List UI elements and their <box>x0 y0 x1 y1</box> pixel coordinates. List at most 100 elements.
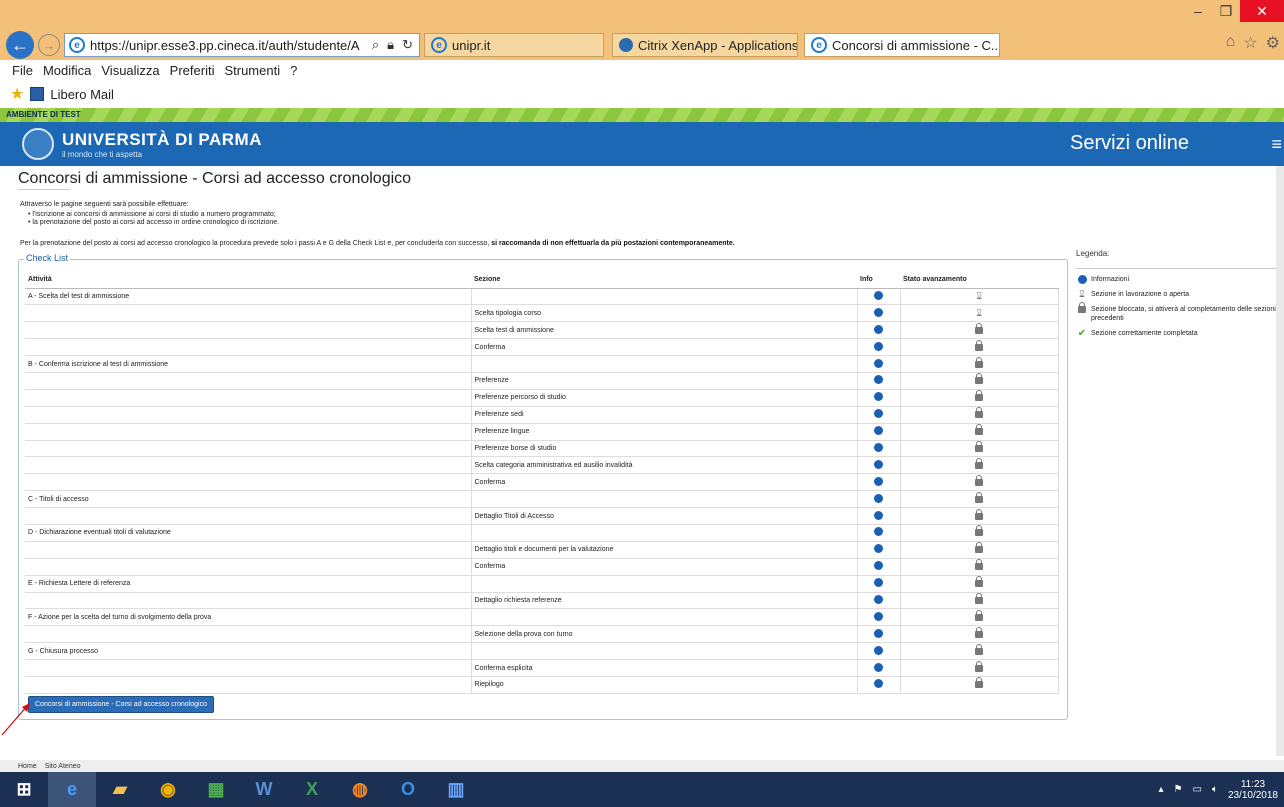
status-cell <box>900 406 1059 424</box>
menu-file[interactable]: File <box>12 63 33 78</box>
info-icon[interactable] <box>874 628 883 638</box>
favorite-libero-mail[interactable]: Libero Mail <box>50 87 114 102</box>
settings-gear-icon[interactable]: ⚙ <box>1266 33 1280 53</box>
outlook-icon[interactable]: O <box>384 772 432 807</box>
info-icon[interactable] <box>874 341 883 351</box>
info-icon[interactable] <box>874 324 883 334</box>
citrix-icon <box>619 38 633 52</box>
clock-time: 11:23 <box>1240 778 1266 790</box>
info-icon[interactable] <box>874 578 883 588</box>
hamburger-menu-icon[interactable]: ≡ <box>1271 134 1282 155</box>
word-icon[interactable]: W <box>240 772 288 807</box>
info-icon[interactable] <box>874 510 883 520</box>
info-cell <box>857 321 901 340</box>
library-app-icon[interactable]: ▥ <box>432 772 480 807</box>
add-favorite-star-icon[interactable]: ★ <box>10 84 24 104</box>
section-cell[interactable]: Preferenze percorso di studio <box>471 389 858 407</box>
vertical-scrollbar[interactable] <box>1276 166 1284 756</box>
info-icon[interactable] <box>874 594 883 604</box>
concorsi-button[interactable]: Concorsi di ammissione - Corsi ad access… <box>28 696 214 713</box>
menu-visualizza[interactable]: Visualizza <box>101 63 159 78</box>
home-icon[interactable]: ⌂ <box>1226 33 1236 53</box>
info-icon[interactable] <box>874 645 883 655</box>
info-icon[interactable] <box>874 409 883 419</box>
tab-unipr[interactable]: e unipr.it <box>424 33 604 57</box>
section-cell[interactable]: Preferenze sedi <box>471 406 858 424</box>
legend-item: Informazioni <box>1076 275 1276 284</box>
clock[interactable]: 11:23 23/10/2018 <box>1228 779 1278 801</box>
section-cell[interactable]: Conferma <box>471 558 858 576</box>
section-cell[interactable]: Dettaglio Titoli di Accesso <box>471 507 858 525</box>
address-bar[interactable]: e https://unipr.esse3.pp.cineca.it/auth/… <box>64 33 420 57</box>
minimize-button[interactable]: – <box>1184 0 1212 22</box>
section-cell[interactable]: Scelta tipologia corso <box>471 304 858 323</box>
table-row: D - Dichiarazione eventuali titoli di va… <box>25 524 1059 542</box>
status-cell <box>900 389 1059 407</box>
menu-help[interactable]: ? <box>290 63 297 78</box>
section-cell[interactable]: Dettaglio richiesta referenze <box>471 592 858 610</box>
section-cell[interactable]: Preferenze borse di studio <box>471 440 858 458</box>
info-icon[interactable] <box>874 544 883 554</box>
section-cell[interactable]: Conferma esplicita <box>471 659 858 677</box>
flag-icon[interactable]: ⚑ <box>1174 784 1183 795</box>
forward-button[interactable]: → <box>38 34 60 56</box>
footer-site-link[interactable]: Sito Ateneo <box>45 763 81 770</box>
status-cell <box>900 676 1059 694</box>
tab-concorsi[interactable]: e Concorsi di ammissione - C... × <box>804 33 1000 57</box>
info-icon[interactable] <box>874 527 883 537</box>
lock-icon <box>975 559 984 571</box>
info-icon[interactable] <box>874 307 883 317</box>
ie-taskbar-icon[interactable]: e <box>48 772 96 807</box>
favorites-star-icon[interactable]: ☆ <box>1243 33 1257 53</box>
excel-icon[interactable]: X <box>288 772 336 807</box>
tray-arrow-icon[interactable]: ▴ <box>1158 784 1163 795</box>
section-cell[interactable]: Conferma <box>471 473 858 492</box>
menu-strumenti[interactable]: Strumenti <box>224 63 280 78</box>
maximize-button[interactable]: ❐ <box>1212 0 1240 22</box>
info-icon[interactable] <box>874 392 883 402</box>
info-icon[interactable] <box>874 662 883 672</box>
calculator-icon[interactable]: ▦ <box>192 772 240 807</box>
menu-preferiti[interactable]: Preferiti <box>170 63 215 78</box>
info-icon[interactable] <box>874 561 883 571</box>
info-icon[interactable] <box>874 611 883 621</box>
info-icon[interactable] <box>874 426 883 436</box>
section-cell[interactable]: Dettaglio titoli e documenti per la valu… <box>471 541 858 559</box>
refresh-icon[interactable]: ↻ <box>402 37 413 53</box>
info-icon[interactable] <box>874 476 883 486</box>
section-cell[interactable]: Riepilogo <box>471 676 858 694</box>
network-icon[interactable]: ▭ <box>1192 784 1201 795</box>
info-icon[interactable] <box>874 679 883 689</box>
volume-muted-icon[interactable]: 🔈︎ <box>1212 784 1218 795</box>
lock-icon[interactable]: 🔒︎ <box>387 37 394 53</box>
firefox-icon[interactable]: ◍ <box>336 772 384 807</box>
university-name[interactable]: UNIVERSITÀ DI PARMA <box>62 130 262 150</box>
section-cell[interactable]: Scelta categoria amministrativa ed ausil… <box>471 456 858 475</box>
section-cell[interactable]: Conferma <box>471 338 858 357</box>
status-cell <box>900 592 1059 610</box>
back-button[interactable]: ← <box>6 31 34 59</box>
section-cell[interactable]: Preferenze <box>471 372 858 390</box>
info-icon[interactable] <box>874 442 883 452</box>
info-cell <box>857 423 901 441</box>
table-row: A - Scelta del test di ammissione ⌛︎ <box>25 288 1059 306</box>
close-window-button[interactable]: ✕ <box>1240 0 1284 22</box>
table-row: Dettaglio Titoli di Accesso <box>25 507 1059 525</box>
menu-modifica[interactable]: Modifica <box>43 63 91 78</box>
info-icon[interactable] <box>874 493 883 503</box>
chrome-icon[interactable]: ◉ <box>144 772 192 807</box>
info-icon[interactable] <box>874 375 883 385</box>
section-cell[interactable]: Preferenze lingue <box>471 423 858 441</box>
section-cell[interactable]: Selezione della prova con turno <box>471 625 858 644</box>
university-seal-logo[interactable] <box>22 128 54 160</box>
info-icon[interactable] <box>874 290 883 300</box>
tab-citrix[interactable]: Citrix XenApp - Applications <box>612 33 798 57</box>
file-explorer-icon[interactable]: ▰ <box>96 772 144 807</box>
lock-icon <box>975 390 984 402</box>
windows-start-icon[interactable]: ⊞ <box>0 772 48 807</box>
section-cell[interactable]: Scelta test di ammissione <box>471 321 858 340</box>
search-icon[interactable]: ⌕ <box>372 37 379 53</box>
info-icon[interactable] <box>874 358 883 368</box>
info-icon[interactable] <box>874 459 883 469</box>
footer-home-link[interactable]: Home <box>18 763 37 770</box>
